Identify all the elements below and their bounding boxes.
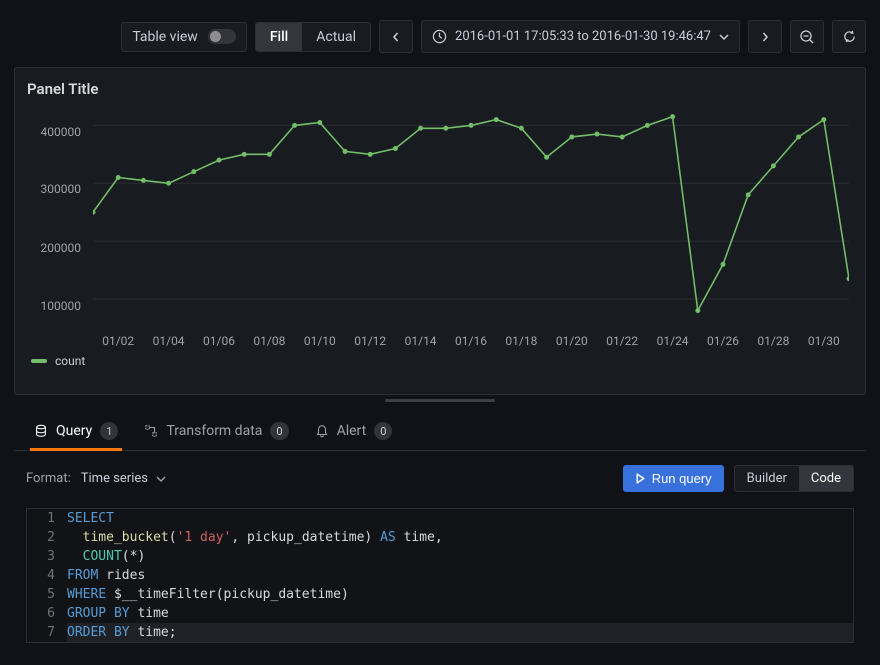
- format-select[interactable]: Time series: [81, 471, 166, 486]
- builder-button[interactable]: Builder: [735, 466, 799, 491]
- x-tick: 01/26: [707, 334, 739, 348]
- line-number: 4: [27, 566, 67, 585]
- chevron-down-icon: [719, 32, 729, 42]
- y-axis: 100000 200000 300000 400000: [27, 108, 87, 328]
- fill-button[interactable]: Fill: [256, 23, 302, 51]
- line-number: 6: [27, 604, 67, 623]
- tab-query-label: Query: [56, 423, 92, 439]
- chevron-down-icon: [156, 474, 166, 484]
- x-tick: 01/30: [808, 334, 840, 348]
- x-tick: 01/02: [102, 334, 134, 348]
- run-query-button[interactable]: Run query: [623, 465, 724, 492]
- editor-toolbar: Table view Fill Actual 2016-01-01 17:05:…: [0, 0, 880, 67]
- actual-button[interactable]: Actual: [302, 23, 370, 51]
- line-number: 1: [27, 509, 67, 528]
- time-range-next-button[interactable]: [748, 20, 782, 53]
- database-icon: [34, 424, 48, 438]
- legend-swatch: [31, 359, 47, 363]
- time-range-prev-button[interactable]: [379, 20, 413, 53]
- line-number: 7: [27, 623, 67, 642]
- x-tick: 01/18: [505, 334, 537, 348]
- editor-line[interactable]: 6GROUP BY time: [27, 604, 853, 623]
- x-tick: 01/28: [757, 334, 789, 348]
- table-view-label: Table view: [132, 29, 198, 45]
- x-tick: 01/10: [304, 334, 336, 348]
- x-axis: 01/02 01/04 01/06 01/08 01/10 01/12 01/14 01/16…: [93, 332, 849, 348]
- x-tick: 01/14: [405, 334, 437, 348]
- query-options-row: Format: Time series Run query Builder Co…: [0, 451, 880, 502]
- query-tabs: Query 1 Transform data 0 Alert 0: [14, 408, 866, 451]
- sql-editor[interactable]: 1SELECT2 time_bucket('1 day', pickup_dat…: [26, 508, 854, 643]
- tab-alert-label: Alert: [337, 423, 367, 439]
- zoom-out-button[interactable]: [790, 20, 824, 53]
- tab-query-count: 1: [100, 422, 118, 440]
- x-tick: 01/08: [253, 334, 285, 348]
- code-content: ORDER BY time;: [67, 623, 853, 642]
- y-tick: 400000: [41, 125, 81, 139]
- format-label: Format:: [26, 471, 71, 486]
- x-tick: 01/06: [203, 334, 235, 348]
- switch-off-icon[interactable]: [208, 29, 236, 44]
- legend-label: count: [55, 354, 85, 368]
- code-content: FROM rides: [67, 566, 853, 585]
- plot-surface: [93, 108, 849, 328]
- tab-transform[interactable]: Transform data 0: [144, 422, 288, 450]
- tab-query[interactable]: Query 1: [34, 422, 118, 450]
- zoom-out-icon: [799, 29, 815, 45]
- line-chart: [93, 108, 849, 328]
- tab-alert-count: 0: [374, 422, 392, 440]
- play-icon: [635, 473, 646, 484]
- transform-icon: [144, 424, 158, 438]
- editor-line[interactable]: 1SELECT: [27, 509, 853, 528]
- chevron-left-icon: [391, 32, 401, 42]
- editor-line[interactable]: 7ORDER BY time;: [27, 623, 853, 642]
- refresh-icon: [842, 29, 857, 44]
- time-range-picker[interactable]: 2016-01-01 17:05:33 to 2016-01-30 19:46:…: [421, 20, 740, 53]
- line-number: 3: [27, 547, 67, 566]
- panel-title: Panel Title: [25, 76, 855, 102]
- tab-transform-label: Transform data: [166, 423, 262, 439]
- chart-area[interactable]: 100000 200000 300000 400000 01/0201/0401…: [27, 108, 855, 348]
- y-tick: 300000: [41, 182, 81, 196]
- line-number: 5: [27, 585, 67, 604]
- chevron-right-icon: [760, 32, 770, 42]
- editor-line[interactable]: 4FROM rides: [27, 566, 853, 585]
- y-tick: 100000: [41, 299, 81, 313]
- editor-line[interactable]: 2 time_bucket('1 day', pickup_datetime) …: [27, 528, 853, 547]
- visualization-panel: Panel Title 100000 200000 300000 400000 …: [14, 67, 866, 395]
- fill-actual-segment: Fill Actual: [255, 22, 371, 52]
- scroll-indicator: [385, 399, 495, 402]
- x-tick: 01/04: [153, 334, 185, 348]
- code-button[interactable]: Code: [799, 466, 853, 491]
- builder-code-segment: Builder Code: [734, 465, 854, 492]
- run-query-label: Run query: [652, 471, 712, 486]
- table-view-toggle[interactable]: Table view: [121, 22, 247, 52]
- code-content: SELECT: [67, 509, 853, 528]
- legend: count: [31, 354, 855, 368]
- editor-line[interactable]: 3 COUNT(*): [27, 547, 853, 566]
- x-tick: 01/16: [455, 334, 487, 348]
- tab-alert[interactable]: Alert 0: [315, 422, 393, 450]
- code-content: COUNT(*): [67, 547, 853, 566]
- code-content: GROUP BY time: [67, 604, 853, 623]
- code-content: WHERE $__timeFilter(pickup_datetime): [67, 585, 853, 604]
- bell-icon: [315, 424, 329, 438]
- x-tick: 01/22: [606, 334, 638, 348]
- time-range-text: 2016-01-01 17:05:33 to 2016-01-30 19:46:…: [455, 29, 711, 44]
- code-content: time_bucket('1 day', pickup_datetime) AS…: [67, 528, 853, 547]
- clock-icon: [432, 29, 447, 44]
- format-value: Time series: [81, 471, 148, 486]
- tab-transform-count: 0: [270, 422, 288, 440]
- refresh-button[interactable]: [832, 20, 866, 53]
- line-number: 2: [27, 528, 67, 547]
- x-tick: 01/12: [354, 334, 386, 348]
- editor-line[interactable]: 5WHERE $__timeFilter(pickup_datetime): [27, 585, 853, 604]
- y-tick: 200000: [41, 241, 81, 255]
- x-tick: 01/24: [657, 334, 689, 348]
- x-tick: 01/20: [556, 334, 588, 348]
- format-picker: Format: Time series: [26, 471, 166, 486]
